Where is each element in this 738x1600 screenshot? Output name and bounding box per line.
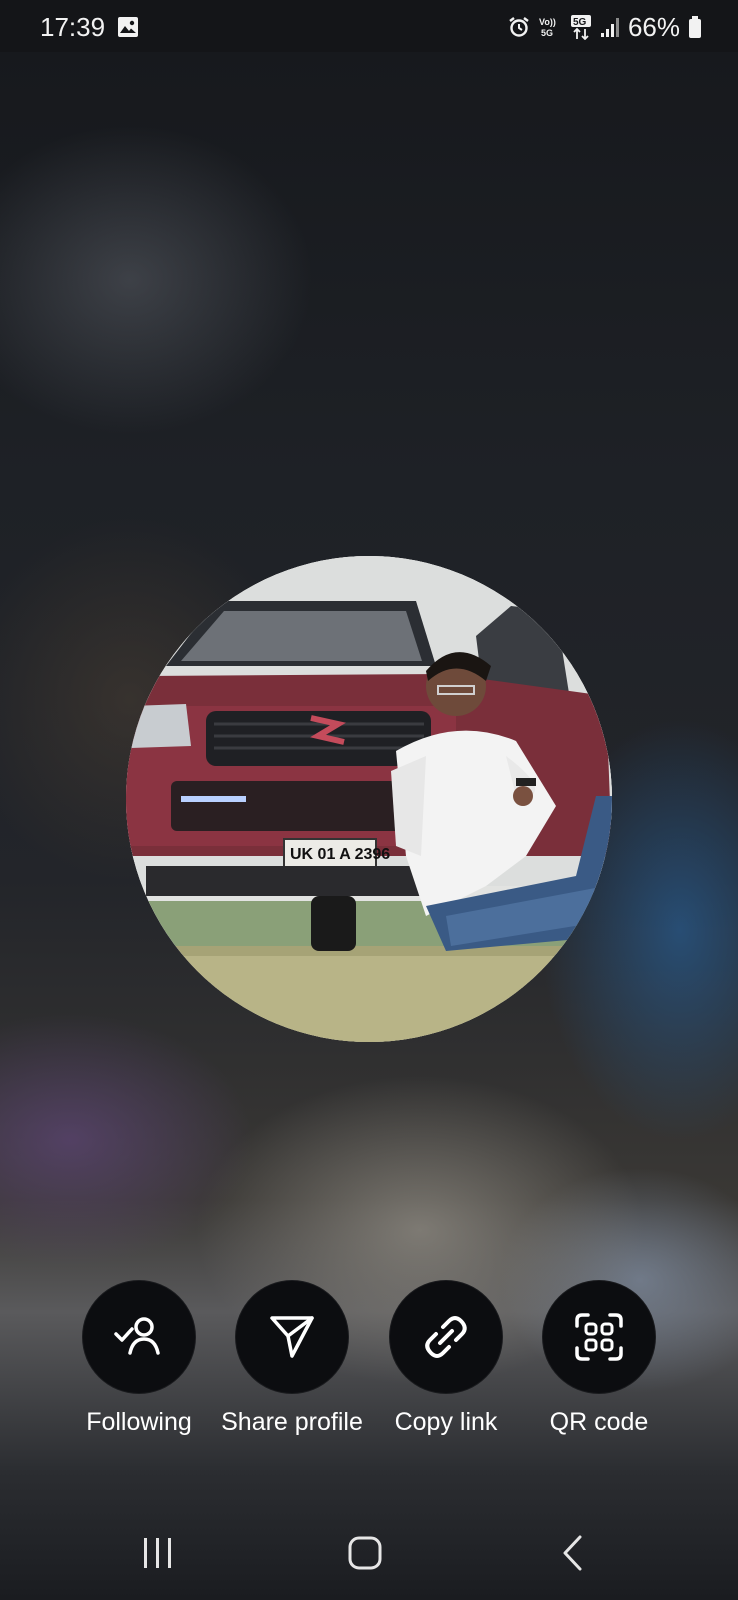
copy-link-button[interactable] bbox=[389, 1280, 503, 1394]
recents-icon bbox=[144, 1538, 171, 1568]
link-icon bbox=[425, 1316, 467, 1358]
profile-photo-illustration: UK 01 A 2396 bbox=[126, 556, 612, 1042]
status-bar: 17:39 Vo)) 5G 5G 66% bbox=[0, 0, 738, 52]
send-paper-plane-icon bbox=[270, 1316, 314, 1358]
battery-icon bbox=[689, 16, 701, 38]
qr-code-icon bbox=[575, 1313, 623, 1361]
5g-data-icon: 5G bbox=[570, 15, 591, 40]
signal-icon bbox=[600, 18, 619, 37]
qr-code-label: QR code bbox=[549, 1408, 649, 1436]
svg-text:Vo)): Vo)) bbox=[539, 17, 556, 27]
alarm-icon bbox=[509, 17, 529, 37]
following-action[interactable]: Following bbox=[59, 1280, 219, 1437]
share-profile-button[interactable] bbox=[235, 1280, 349, 1394]
share-profile-label: Share profile bbox=[221, 1408, 363, 1436]
following-button[interactable] bbox=[82, 1280, 196, 1394]
copy-link-action[interactable]: Copy link bbox=[366, 1280, 526, 1437]
following-label: Following bbox=[86, 1408, 192, 1436]
svg-text:5G: 5G bbox=[541, 28, 553, 38]
share-profile-action[interactable]: Share profile bbox=[212, 1280, 372, 1437]
home-button[interactable] bbox=[335, 1530, 395, 1576]
status-time: 17:39 bbox=[40, 12, 106, 42]
battery-percent: 66% bbox=[627, 11, 680, 42]
svg-text:5G: 5G bbox=[573, 17, 587, 28]
following-person-check-icon bbox=[114, 1317, 160, 1355]
share-actions: Following Share profile Copy link QR cod… bbox=[0, 1280, 738, 1436]
recents-button[interactable] bbox=[128, 1530, 188, 1576]
navigation-bar bbox=[0, 1500, 738, 1600]
copy-link-label: Copy link bbox=[394, 1408, 498, 1436]
qr-code-action[interactable]: QR code bbox=[519, 1280, 679, 1437]
svg-text:UK 01 A 2396: UK 01 A 2396 bbox=[290, 846, 390, 863]
image-notification-icon bbox=[118, 17, 138, 37]
profile-photo: UK 01 A 2396 bbox=[126, 556, 612, 1042]
status-icons: Vo)) 5G 5G 66% bbox=[508, 12, 702, 42]
home-icon bbox=[348, 1536, 382, 1570]
volte-icon: Vo)) 5G bbox=[539, 17, 556, 38]
back-button[interactable] bbox=[543, 1530, 603, 1576]
back-icon bbox=[563, 1535, 582, 1571]
qr-code-button[interactable] bbox=[542, 1280, 656, 1394]
